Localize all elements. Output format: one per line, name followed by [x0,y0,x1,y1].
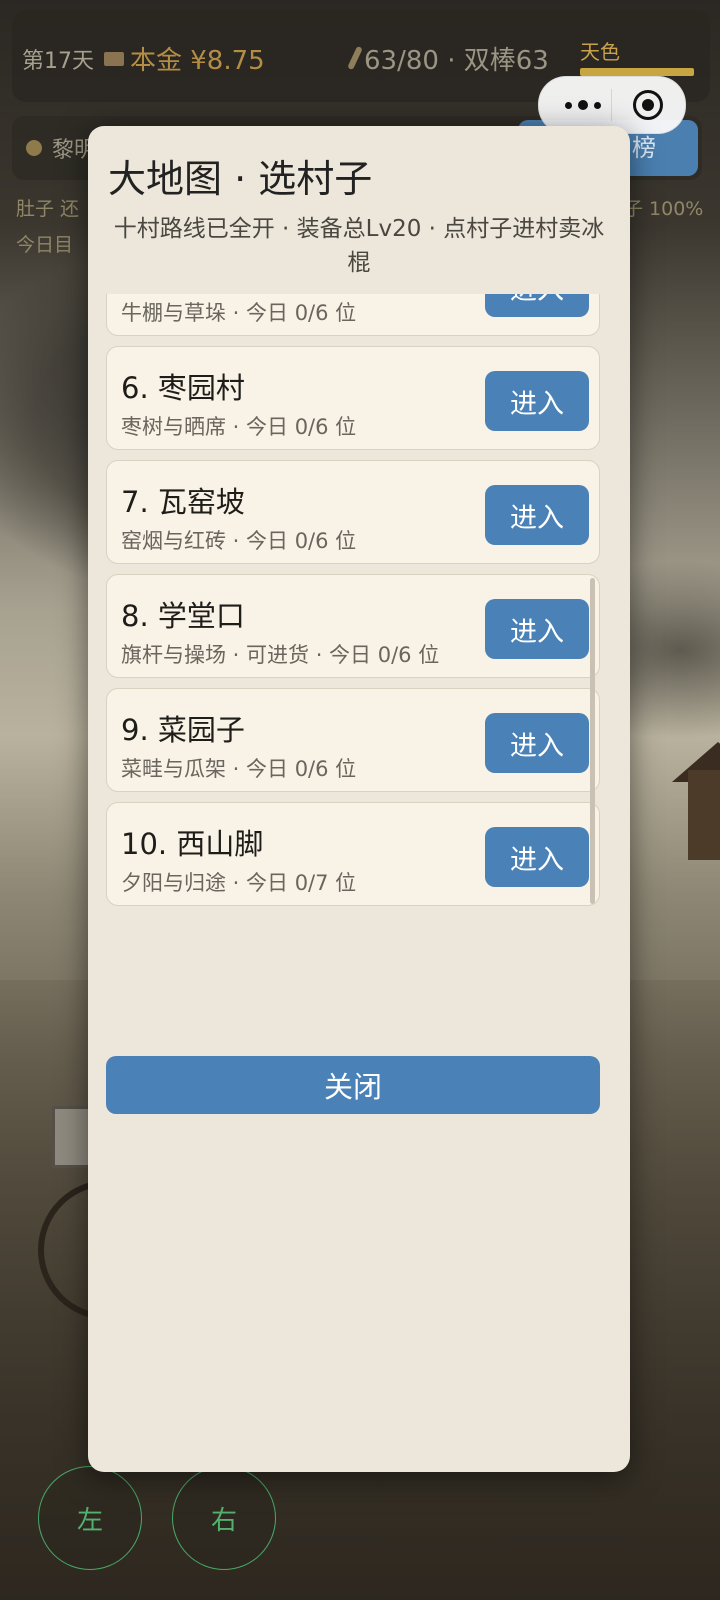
popsicle-icon [347,45,363,71]
village-map-dialog: 大地图 · 选村子 十村路线已全开 · 装备总Lv20 · 点村子进村卖冰棍 5… [88,126,630,1472]
village-desc: 枣树与晒席 · 今日 0/6 位 [121,415,357,439]
enter-village-button[interactable]: 进入 [485,827,589,887]
target-close-icon[interactable] [633,90,663,120]
village-desc: 窑烟与红砖 · 今日 0/6 位 [121,529,357,553]
daily-goal: 今日目 [16,234,74,256]
dialog-subtitle: 十村路线已全开 · 装备总Lv20 · 点村子进村卖冰棍 [113,216,605,276]
village-name: 9. 菜园子 [121,713,245,747]
sky-progress-bar [580,68,694,76]
list-item: 9. 菜园子 菜畦与瓜架 · 今日 0/6 位 进入 [106,688,600,792]
hut [688,770,720,860]
enter-village-button[interactable]: 进入 [485,371,589,431]
village-name: 6. 枣园村 [121,371,245,405]
village-name: 7. 瓦窑坡 [121,485,245,519]
list-item: 10. 西山脚 夕阳与归途 · 今日 0/7 位 进入 [106,802,600,906]
enter-village-button[interactable]: 进入 [485,485,589,545]
list-item: 7. 瓦窑坡 窑烟与红砖 · 今日 0/6 位 进入 [106,460,600,564]
list-scrollbar[interactable] [590,578,595,904]
enter-village-button[interactable]: 进入 [485,713,589,773]
village-desc: 菜畦与瓜架 · 今日 0/6 位 [121,757,357,781]
village-desc: 夕阳与归途 · 今日 0/7 位 [121,871,357,895]
money-icon [104,52,124,66]
money-value: 本金 ¥8.75 [130,46,265,76]
stamina-value: 63/80 · 双棒63 [364,46,549,76]
status-right-text: 子 100% [624,198,704,220]
list-item: 6. 枣园村 枣树与晒席 · 今日 0/6 位 进入 [106,346,600,450]
enter-village-button[interactable]: 进入 [485,599,589,659]
dialog-title: 大地图 · 选村子 [108,157,373,201]
sun-icon [26,140,42,156]
day-counter: 第17天 [22,49,94,74]
village-list[interactable]: 5. 牛棚与草垛 · 今日 0/6 位 进入 6. 枣园村 枣树与晒席 · 今日… [106,294,600,1046]
enter-village-button[interactable]: 进入 [485,294,589,317]
hunger-status: 肚子 还 [16,198,80,220]
move-right-button[interactable]: 右 [172,1466,276,1570]
list-item: 8. 学堂口 旗杆与操场 · 可进货 · 今日 0/6 位 进入 [106,574,600,678]
capsule-divider [611,89,612,121]
village-name: 10. 西山脚 [121,827,264,861]
move-left-button[interactable]: 左 [38,1466,142,1570]
village-name: 8. 学堂口 [121,599,245,633]
list-item: 5. 牛棚与草垛 · 今日 0/6 位 进入 [106,294,600,336]
more-dots-icon[interactable] [561,93,605,117]
close-button[interactable]: 关闭 [106,1056,600,1114]
village-desc: 牛棚与草垛 · 今日 0/6 位 [121,301,357,325]
sky-label: 天色 [580,40,620,64]
village-desc: 旗杆与操场 · 可进货 · 今日 0/6 位 [121,643,440,667]
